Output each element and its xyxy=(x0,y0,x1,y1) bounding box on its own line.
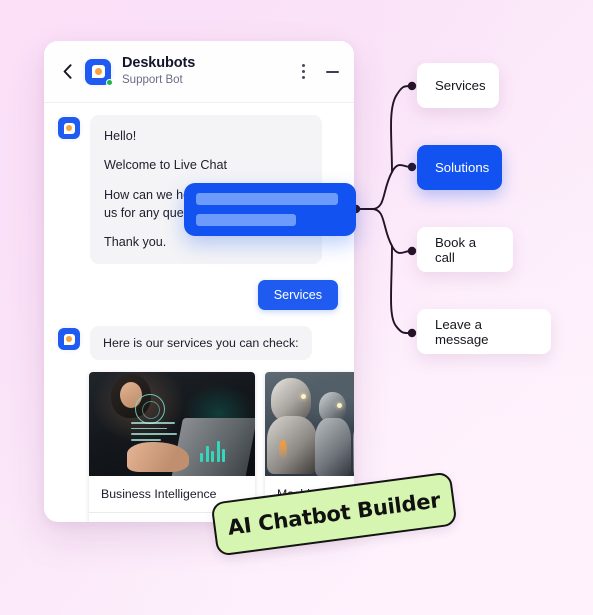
bot-avatar-icon xyxy=(54,324,84,355)
page-title: Deskubots xyxy=(122,54,196,71)
deskubots-logo-icon xyxy=(81,54,115,89)
placeholder-bar xyxy=(196,193,338,205)
flow-branch-book xyxy=(371,208,411,254)
flow-node-label: Solutions xyxy=(435,160,490,175)
flow-dot-leave xyxy=(407,328,417,338)
flow-dot-book xyxy=(407,246,417,256)
user-message-row: Services xyxy=(58,280,340,311)
bot-message-line: Hello! xyxy=(104,129,137,143)
machine-learning-photo xyxy=(265,372,354,477)
flow-dot-services xyxy=(407,81,417,91)
bot-message-line: Welcome to Live Chat xyxy=(104,158,227,173)
placeholder-bar xyxy=(196,214,296,226)
bot-avatar-icon xyxy=(54,113,84,143)
minimize-icon[interactable] xyxy=(324,63,340,81)
chat-widget-panel: Deskubots Support Bot Hello! Welcome to … xyxy=(44,41,354,522)
flow-node-book-a-call[interactable]: Book a call xyxy=(417,227,513,272)
flow-node-services[interactable]: Services xyxy=(417,63,499,108)
brand-text: Deskubots Support Bot xyxy=(122,55,296,88)
flow-node-label: Services xyxy=(435,78,486,93)
flow-branch-solutions xyxy=(371,164,411,210)
chevron-left-icon[interactable] xyxy=(59,61,75,83)
flow-node-label: Leave a message xyxy=(435,316,489,347)
business-intelligence-photo xyxy=(89,372,255,477)
flow-dot-solutions xyxy=(407,162,417,172)
header-actions xyxy=(296,63,340,81)
flow-node-label: Book a call xyxy=(435,234,477,265)
online-indicator xyxy=(106,78,113,86)
more-vertical-icon[interactable] xyxy=(296,63,310,81)
user-reply-chip-services[interactable]: Services xyxy=(257,280,338,311)
brand-subtitle: Support Bot xyxy=(122,74,183,87)
bot-followup-bubble: Here is our services you can check: xyxy=(90,326,312,361)
flow-builder-card[interactable] xyxy=(184,183,356,236)
flow-node-solutions[interactable]: Solutions xyxy=(417,145,502,190)
chat-message-list: Hello! Welcome to Live Chat How can we h… xyxy=(44,103,354,522)
chat-header: Deskubots Support Bot xyxy=(44,41,354,103)
badge-label: AI Chatbot Builder xyxy=(226,488,442,540)
flow-branch-services xyxy=(390,85,411,173)
flow-node-leave-a-message[interactable]: Leave a message xyxy=(417,309,551,354)
bot-followup-row: Here is our services you can check: xyxy=(54,324,340,361)
flow-branch-leave xyxy=(390,245,411,334)
